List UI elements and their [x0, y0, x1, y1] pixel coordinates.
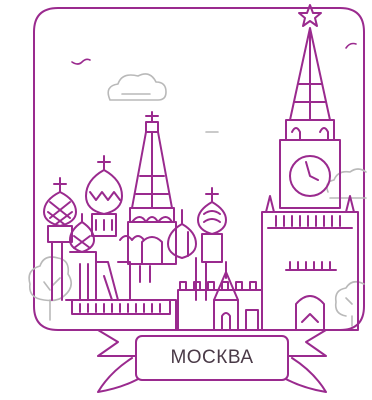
card: МОСКВА	[0, 0, 372, 400]
kremlin-wall	[177, 271, 263, 331]
bird-icon	[345, 42, 357, 49]
saint-basils-cathedral-icon	[43, 111, 227, 331]
city-label: МОСКВА	[170, 347, 254, 368]
tree-icon	[334, 280, 365, 327]
tree-icon	[28, 256, 72, 321]
bird-icon	[71, 58, 91, 65]
cloud-icon	[107, 73, 167, 101]
spasskaya-tower-icon	[261, 4, 359, 331]
cloud-icon	[326, 168, 367, 199]
